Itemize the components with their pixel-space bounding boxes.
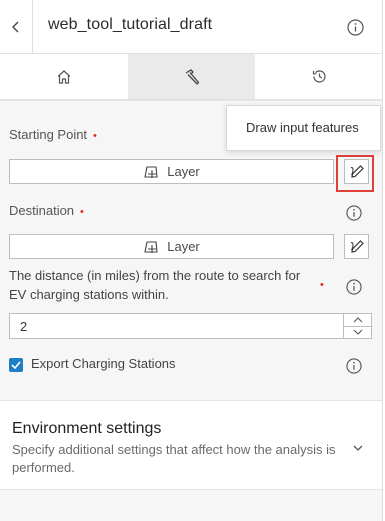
increment-button[interactable] [344,314,371,326]
panel-footer [0,490,382,521]
info-icon [345,357,362,374]
home-icon [57,69,71,84]
starting-point-layer-label: Layer [167,164,200,179]
destination-label: Destination • [9,203,84,218]
export-checkbox[interactable] [9,358,23,372]
distance-info-button[interactable] [345,278,362,295]
header-info-button[interactable] [346,18,364,36]
add-layer-icon [144,240,158,253]
info-icon [346,18,364,36]
tab-home[interactable] [0,54,128,99]
tab-history[interactable] [255,54,382,99]
chevron-down-icon [353,329,362,336]
info-icon [345,278,362,295]
add-layer-icon [144,165,158,178]
destination-label-text: Destination [9,203,75,218]
checkmark-icon [11,361,21,369]
environment-settings-title: Environment settings [12,420,162,437]
tab-bar [0,54,382,100]
distance-label: The distance (in miles) from the route t… [9,268,301,302]
destination-info-button[interactable] [345,204,362,221]
draw-button-highlight [336,155,374,192]
back-button[interactable] [0,0,33,54]
export-label: Export Charging Stations [31,356,176,371]
draw-tooltip: Draw input features [226,105,381,151]
environment-settings-section[interactable]: Environment settings Specify additional … [0,400,382,490]
info-icon [345,204,362,221]
starting-point-label-text: Starting Point [9,127,88,142]
history-icon [312,70,326,83]
starting-point-label: Starting Point • [9,127,97,142]
destination-layer-label: Layer [167,239,200,254]
hammer-icon [185,68,199,85]
panel-header: web_tool_tutorial_draft [0,0,382,54]
page-title: web_tool_tutorial_draft [48,16,213,33]
distance-input[interactable]: 2 [9,313,372,339]
destination-draw-button[interactable] [344,234,369,259]
required-marker: • [93,130,97,142]
destination-layer-button[interactable]: Layer [9,234,334,259]
decrement-button[interactable] [344,325,371,339]
starting-point-layer-button[interactable]: Layer [9,159,334,184]
analysis-panel: web_tool_tutorial_draft Starting Point •… [0,0,383,521]
required-marker: • [320,279,324,291]
chevron-down-icon [353,445,363,451]
chevron-left-icon [12,21,19,33]
distance-value: 2 [20,319,28,334]
export-info-button[interactable] [345,357,362,374]
environment-settings-description: Specify additional settings that affect … [12,442,336,475]
tab-tools[interactable] [127,54,256,99]
required-marker: • [80,206,84,218]
pencil-icon [350,239,364,253]
distance-stepper [343,314,371,338]
chevron-up-icon [353,316,362,323]
